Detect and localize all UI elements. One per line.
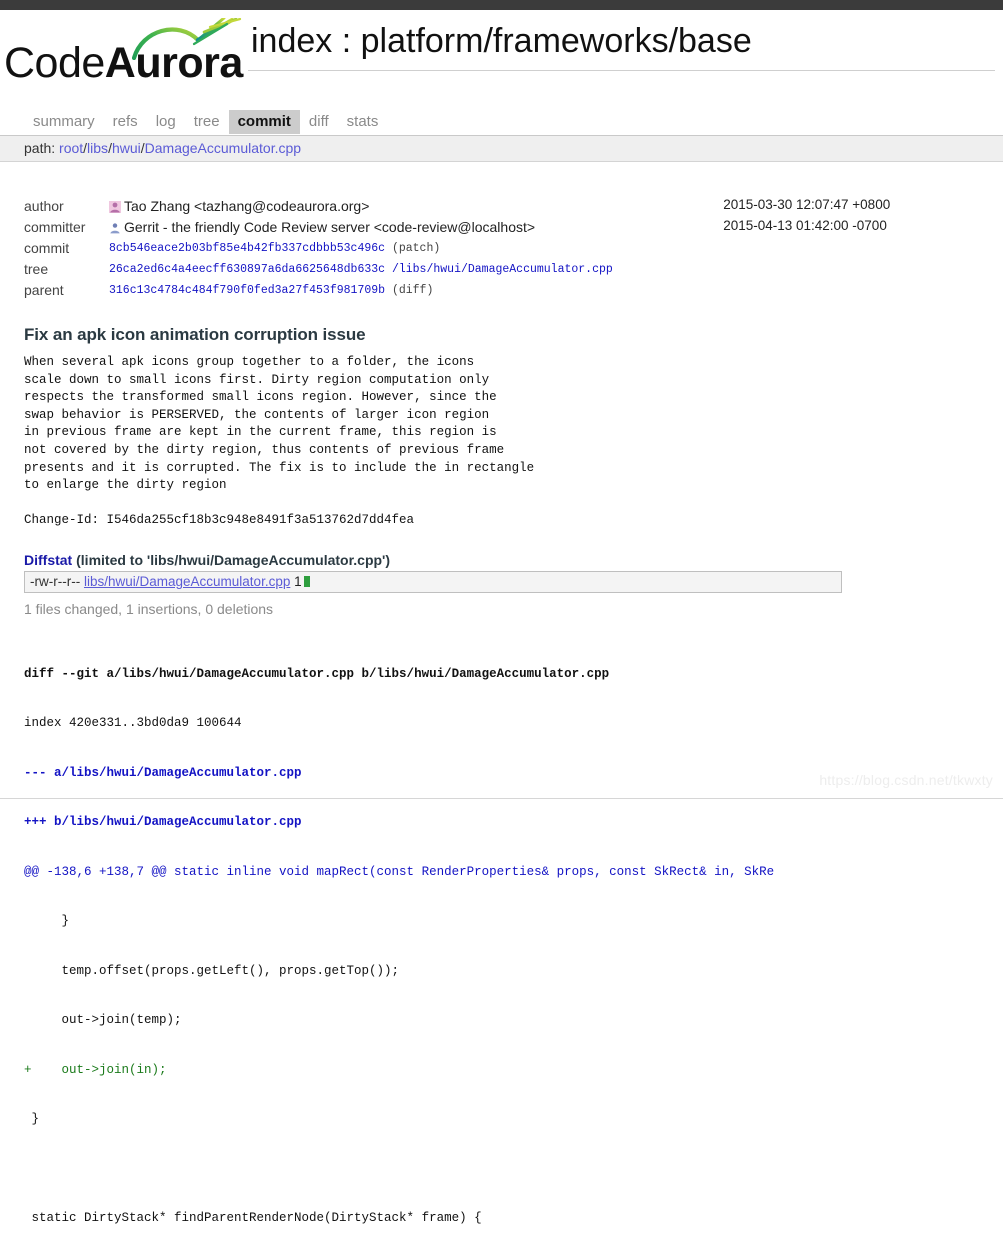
diff-line: @@ -138,6 +138,7 @@ static inline void m… — [24, 864, 775, 879]
page-title: index : platform/frameworks/base — [251, 22, 752, 60]
file-mode: -rw-r--r-- — [30, 573, 81, 589]
author-avatar-icon — [109, 201, 121, 213]
diff-body: diff --git a/libs/hwui/DamageAccumulator… — [24, 633, 979, 1260]
table-row: tree 26ca2ed6c4a4eecff630897a6da6625648d… — [24, 259, 964, 280]
commit-subject: Fix an apk icon animation corruption iss… — [24, 325, 366, 344]
row-value-tree: 26ca2ed6c4a4eecff630897a6da6625648db633c… — [109, 259, 964, 280]
logo-code-text: Code — [4, 39, 105, 87]
tab-tree[interactable]: tree — [185, 110, 229, 134]
tree-path-link[interactable]: /libs/hwui/DamageAccumulator.cpp — [392, 263, 613, 276]
row-label-tree: tree — [24, 261, 49, 277]
row-value-committer: Gerrit - the friendly Code Review server… — [109, 217, 723, 238]
diffstat-scope: (limited to 'libs/hwui/DamageAccumulator… — [76, 551, 391, 568]
diff-line — [24, 1161, 979, 1178]
nav-tabs: summary refs log tree commit diff stats — [0, 110, 1003, 136]
tree-hash-link[interactable]: 26ca2ed6c4a4eecff630897a6da6625648db633c — [109, 263, 385, 276]
logo-aurora-text: Aurora — [104, 39, 243, 87]
watermark: https://blog.csdn.net/tkwxty — [819, 772, 993, 788]
table-row: commit 8cb546eace2b03bf85e4b42fb337cdbbb… — [24, 238, 964, 259]
title-block: index : platform/frameworks/base — [248, 18, 995, 71]
diff-line: temp.offset(props.getLeft(), props.getTo… — [24, 963, 400, 978]
author-date: 2015-03-30 12:07:47 +0800 — [723, 197, 891, 212]
breadcrumb-item-hwui[interactable]: hwui — [112, 140, 141, 156]
breadcrumb-item-root[interactable]: root — [59, 140, 83, 156]
diff-line: } — [24, 1112, 40, 1127]
diff-line: out->join(temp); — [24, 1013, 182, 1028]
parent-hash-link[interactable]: 316c13c4784c484f790f0fed3a27f453f981709b — [109, 284, 385, 297]
diff-line: static DirtyStack* findParentRenderNode(… — [24, 1211, 482, 1226]
committer-name-email: Gerrit - the friendly Code Review server… — [124, 219, 536, 235]
tab-stats[interactable]: stats — [338, 110, 388, 134]
row-value-parent: 316c13c4784c484f790f0fed3a27f453f981709b… — [109, 280, 964, 301]
breadcrumb-label: path: — [24, 140, 56, 156]
site-header: CodeAurora index : platform/frameworks/b… — [0, 10, 1003, 100]
diffstat-file-link[interactable]: libs/hwui/DamageAccumulator.cpp — [84, 574, 290, 589]
diff-line: diff --git a/libs/hwui/DamageAccumulator… — [24, 666, 610, 681]
row-label-author: author — [24, 198, 64, 214]
committer-date: 2015-04-13 01:42:00 -0700 — [723, 218, 887, 233]
row-label-committer: committer — [24, 219, 86, 235]
diff-line: +++ b/libs/hwui/DamageAccumulator.cpp — [24, 815, 302, 830]
diffstat-title[interactable]: Diffstat — [24, 552, 72, 568]
bottom-divider — [0, 798, 1003, 799]
main-content: author Tao Zhang <tazhang@codeaurora.org… — [0, 196, 1003, 1260]
committer-avatar-icon — [109, 222, 121, 234]
diffstat-header: Diffstat (limited to 'libs/hwui/DamageAc… — [24, 552, 979, 568]
row-label-parent: parent — [24, 282, 64, 298]
codeaurora-logo[interactable]: CodeAurora — [4, 16, 243, 96]
commit-message-body: When several apk icons group together to… — [24, 355, 535, 528]
diffstat-addition-bar — [303, 575, 310, 587]
breadcrumb-item-libs[interactable]: libs — [87, 140, 108, 156]
tab-diff[interactable]: diff — [300, 110, 338, 134]
row-value-commit: 8cb546eace2b03bf85e4b42fb337cdbbb53c496c… — [109, 238, 964, 259]
diff-line: + out->join(in); — [24, 1062, 167, 1077]
breadcrumb: path: root/libs/hwui/DamageAccumulator.c… — [0, 136, 1003, 162]
table-row: parent 316c13c4784c484f790f0fed3a27f453f… — [24, 280, 964, 301]
commit-hash-link[interactable]: 8cb546eace2b03bf85e4b42fb337cdbbb53c496c — [109, 242, 385, 255]
table-row: committer Gerrit - the friendly Code Rev… — [24, 217, 964, 238]
breadcrumb-item-file[interactable]: DamageAccumulator.cpp — [145, 140, 301, 156]
commit-patch-link[interactable]: (patch) — [392, 242, 440, 255]
table-row: author Tao Zhang <tazhang@codeaurora.org… — [24, 196, 964, 217]
diffstat-row: -rw-r--r-- libs/hwui/DamageAccumulator.c… — [24, 570, 842, 593]
top-accent-band — [0, 0, 1003, 10]
diff-line: index 420e331..3bd0da9 100644 — [24, 716, 242, 731]
logo-wordmark: CodeAurora — [4, 42, 243, 85]
title-divider — [248, 70, 995, 71]
commit-metadata-table: author Tao Zhang <tazhang@codeaurora.org… — [24, 196, 964, 301]
tab-refs[interactable]: refs — [104, 110, 147, 134]
tab-commit[interactable]: commit — [228, 110, 300, 134]
diff-line: } — [24, 914, 70, 929]
author-name-email: Tao Zhang <tazhang@codeaurora.org> — [124, 198, 370, 214]
diffstat-summary: 1 files changed, 1 insertions, 0 deletio… — [24, 600, 274, 617]
tab-summary[interactable]: summary — [24, 110, 104, 134]
tab-log[interactable]: log — [147, 110, 185, 134]
row-label-commit: commit — [24, 240, 70, 256]
parent-diff-link[interactable]: (diff) — [392, 284, 433, 297]
row-value-author: Tao Zhang <tazhang@codeaurora.org> — [109, 196, 723, 217]
diffstat-change-count: 1 — [294, 573, 302, 589]
